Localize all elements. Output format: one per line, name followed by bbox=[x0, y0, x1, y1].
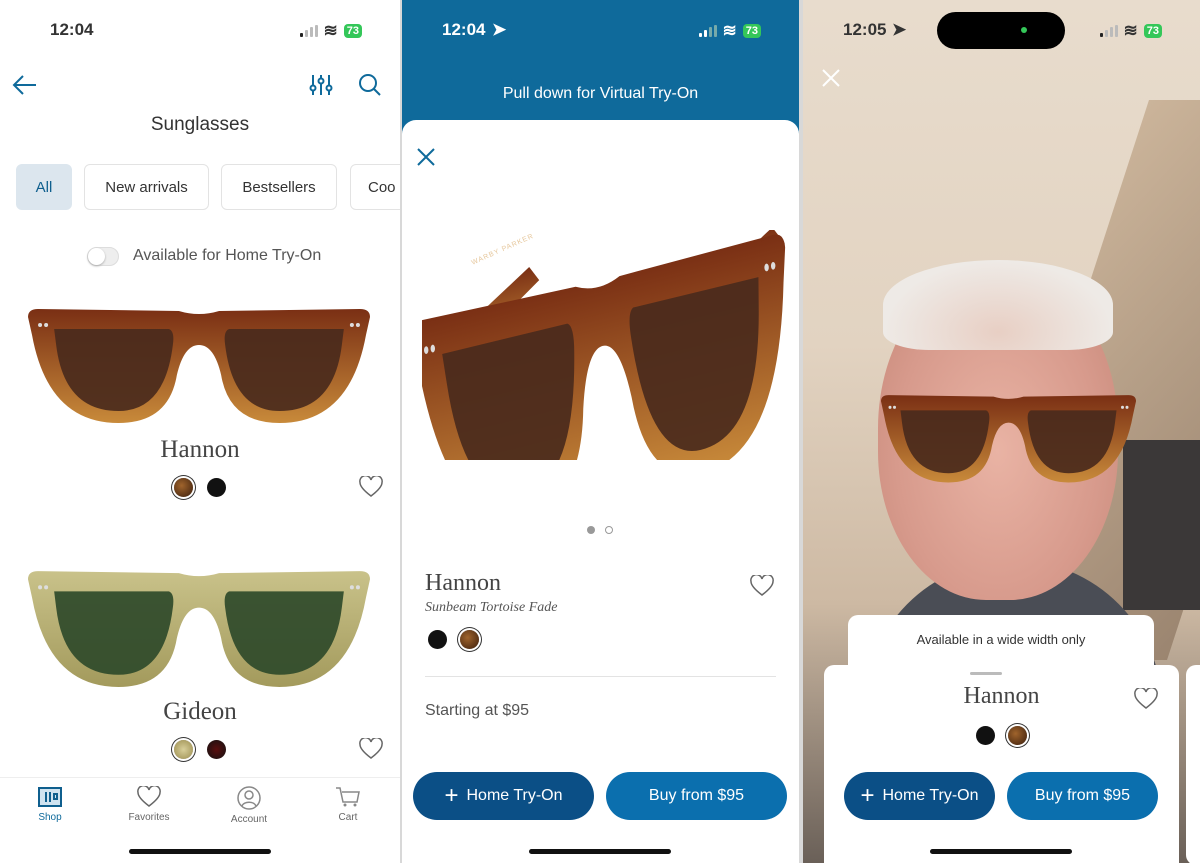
drag-handle[interactable] bbox=[970, 672, 1002, 675]
screen-virtual-try-on: 12:05 ➤ ≋ 73 Available in a wide width onl… bbox=[803, 0, 1200, 863]
pager-dot[interactable] bbox=[605, 526, 613, 534]
close-icon[interactable] bbox=[417, 148, 435, 166]
close-icon[interactable] bbox=[822, 69, 840, 87]
home-indicator bbox=[129, 849, 271, 854]
home-indicator bbox=[930, 849, 1072, 854]
page-title: Sunglasses bbox=[150, 114, 250, 135]
status-time: 12:04 bbox=[442, 20, 486, 39]
tab-label: Favorites bbox=[128, 812, 170, 823]
location-icon: ➤ bbox=[492, 20, 507, 39]
next-card-peek[interactable] bbox=[1186, 665, 1200, 863]
signal-icon bbox=[299, 25, 318, 37]
search-icon[interactable] bbox=[358, 73, 382, 97]
plus-icon: + bbox=[860, 782, 875, 809]
product-color: Sunbeam Tortoise Fade bbox=[425, 600, 558, 615]
chip-bestsellers[interactable]: Bestsellers bbox=[221, 164, 337, 210]
swatch-tortoise[interactable] bbox=[1008, 726, 1027, 745]
swatch-black[interactable] bbox=[976, 726, 995, 745]
buy-button[interactable]: Buy from $95 bbox=[606, 772, 787, 820]
swatch-black-red[interactable] bbox=[207, 740, 226, 759]
status-bar: 12:04 ≋ 73 bbox=[0, 18, 400, 42]
pager-dot-active[interactable] bbox=[587, 526, 595, 534]
tab-label: Shop bbox=[38, 812, 62, 823]
tab-shop[interactable]: Shop bbox=[10, 786, 90, 823]
signal-icon bbox=[1099, 25, 1118, 37]
wifi-icon: ≋ bbox=[1123, 21, 1138, 40]
product-name: Hannon bbox=[963, 683, 1040, 709]
divider bbox=[425, 676, 776, 677]
product-image-hannon[interactable] bbox=[28, 305, 370, 425]
swatch-black[interactable] bbox=[207, 478, 226, 497]
buy-button[interactable]: Buy from $95 bbox=[1007, 772, 1158, 820]
favorite-heart-icon[interactable] bbox=[1134, 688, 1158, 710]
product-image-carousel[interactable] bbox=[411, 227, 799, 518]
swatch-tortoise[interactable] bbox=[460, 630, 479, 649]
status-time: 12:04 bbox=[50, 20, 94, 39]
chip-new-arrivals[interactable]: New arrivals bbox=[84, 164, 209, 210]
heart-icon bbox=[137, 786, 161, 807]
favorite-heart-icon[interactable] bbox=[359, 476, 383, 498]
product-sheet: WARBY PARKER Hannon Sunbeam Tortoise Fad… bbox=[402, 120, 799, 863]
shop-icon bbox=[38, 787, 62, 807]
tab-favorites[interactable]: Favorites bbox=[109, 786, 189, 823]
home-try-on-toggle[interactable] bbox=[87, 247, 119, 266]
battery-icon: 73 bbox=[1143, 24, 1162, 38]
screen-product-list: 12:04 ≋ 73 Sunglasses All New arrivals Be… bbox=[0, 0, 400, 863]
chip-more[interactable]: Coo bbox=[350, 164, 400, 210]
tab-cart[interactable]: Cart bbox=[308, 786, 388, 823]
signal-icon bbox=[698, 25, 717, 37]
home-try-on-button[interactable]: + Home Try-On bbox=[413, 772, 594, 820]
location-icon: ➤ bbox=[892, 20, 907, 39]
product-name: Hannon bbox=[425, 570, 501, 596]
status-time: 12:05 bbox=[843, 20, 887, 39]
tab-label: Account bbox=[230, 814, 268, 825]
starting-price: Starting at $95 bbox=[425, 702, 530, 719]
virtual-try-on-banner[interactable]: Pull down for Virtual Try-On bbox=[402, 85, 799, 103]
chip-all[interactable]: All bbox=[16, 164, 72, 210]
product-name[interactable]: Hannon bbox=[0, 436, 400, 464]
screen-product-detail: 12:04 ➤ ≋ 73 Pull down for Virtual Try-On … bbox=[402, 0, 799, 863]
account-icon bbox=[237, 786, 261, 810]
wifi-icon: ≋ bbox=[323, 21, 338, 40]
button-label: Home Try-On bbox=[466, 787, 563, 804]
battery-icon: 73 bbox=[742, 24, 761, 38]
swatch-black[interactable] bbox=[428, 630, 447, 649]
home-try-on-button[interactable]: + Home Try-On bbox=[844, 772, 995, 820]
favorite-heart-icon[interactable] bbox=[750, 575, 774, 597]
swatch-olive[interactable] bbox=[174, 740, 193, 759]
swatch-tortoise[interactable] bbox=[174, 478, 193, 497]
battery-icon: 73 bbox=[343, 24, 362, 38]
filter-icon[interactable] bbox=[309, 73, 333, 97]
wifi-icon: ≋ bbox=[722, 21, 737, 40]
button-label: Home Try-On bbox=[882, 787, 979, 804]
toggle-label: Available for Home Try-On bbox=[133, 247, 322, 264]
product-image-gideon[interactable] bbox=[28, 567, 370, 689]
status-bar: 12:04 ➤ ≋ 73 bbox=[402, 18, 799, 42]
dynamic-island bbox=[937, 12, 1065, 49]
tab-label: Cart bbox=[338, 812, 358, 823]
favorite-heart-icon[interactable] bbox=[359, 738, 383, 760]
product-card: Hannon bbox=[824, 665, 1179, 863]
tab-account[interactable]: Account bbox=[209, 786, 289, 825]
status-bar: 12:05 ➤ ≋ 73 bbox=[803, 12, 1200, 49]
home-indicator bbox=[529, 849, 671, 854]
plus-icon: + bbox=[444, 782, 459, 809]
product-name[interactable]: Gideon bbox=[0, 698, 400, 726]
cart-icon bbox=[336, 787, 360, 807]
back-arrow-icon[interactable] bbox=[12, 74, 38, 96]
